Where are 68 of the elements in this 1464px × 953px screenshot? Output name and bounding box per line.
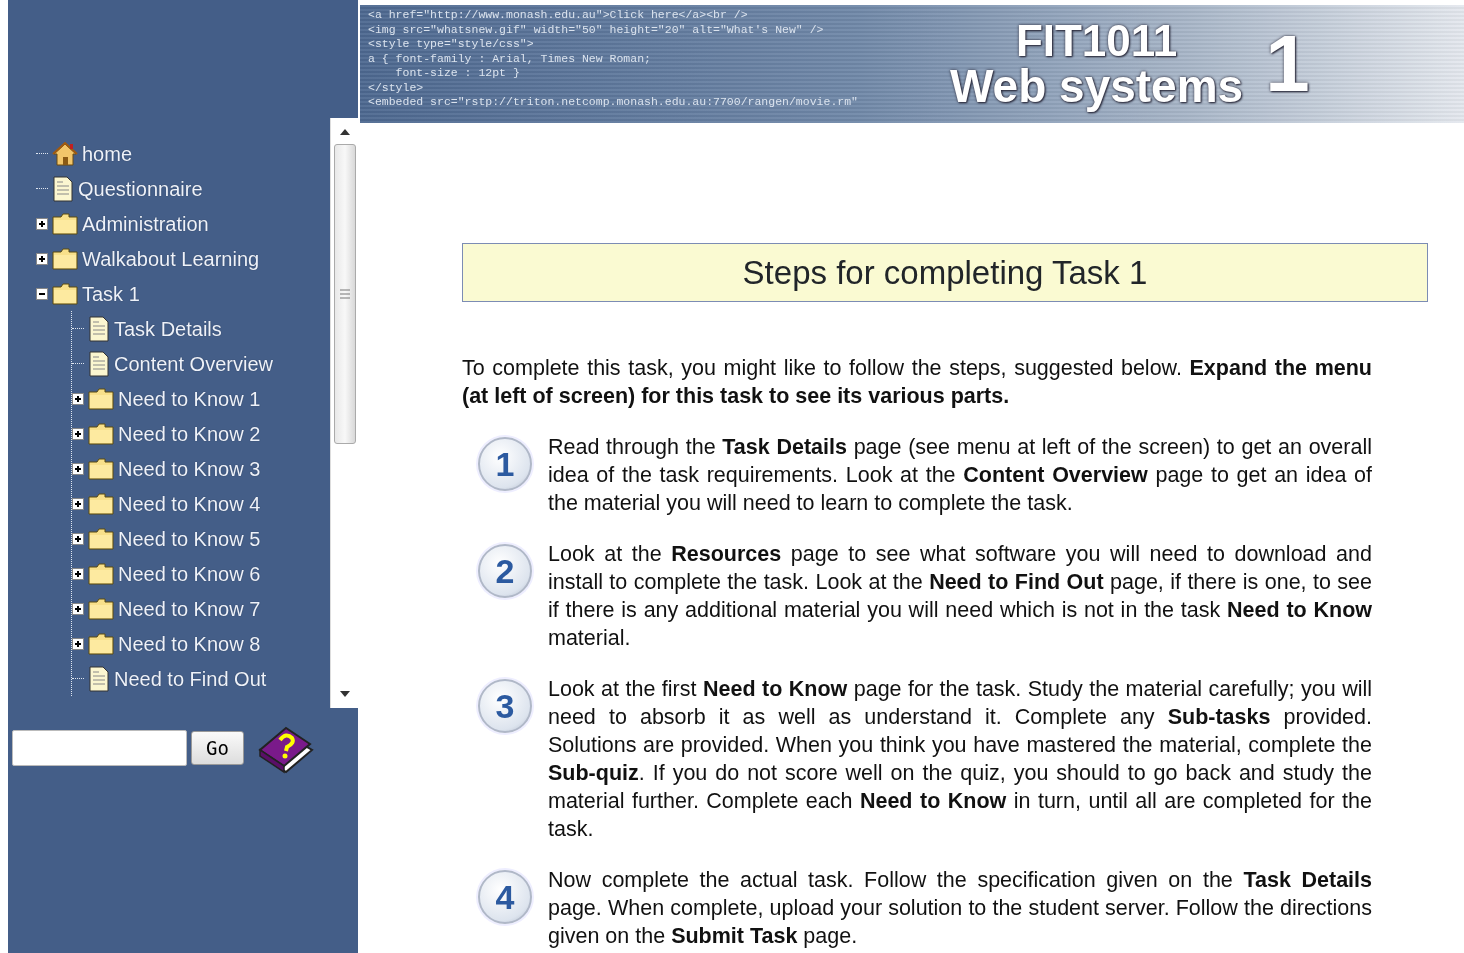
step-number-badge: 4 bbox=[478, 870, 532, 924]
go-button[interactable]: Go bbox=[191, 731, 244, 765]
grip-icon bbox=[339, 289, 350, 299]
menu-item[interactable]: Need to Know 1 bbox=[118, 383, 261, 414]
folder-icon bbox=[88, 387, 114, 410]
search-field[interactable] bbox=[12, 730, 187, 766]
expand-icon[interactable] bbox=[72, 602, 84, 615]
expand-icon[interactable] bbox=[72, 427, 84, 440]
code-line: <img src="whatsnew.gif" width="50" height="20" alt="What's New" /> bbox=[368, 22, 824, 37]
expand-icon[interactable] bbox=[72, 462, 84, 475]
expand-icon[interactable] bbox=[36, 252, 48, 265]
scroll-down-icon[interactable] bbox=[338, 690, 351, 698]
step-paragraph: Look at the first Need to Know page for the task. Study the material carefully; you will need to absorb it as well as understand it. Complete any Sub-tasks provided. Solutions are provided. When you think you have mastered the material, complete the Sub-quiz. If you do not score well on the quiz, you should to go back and study the material further. Complete each Need to Know in turn, until all are completed for the task. bbox=[548, 676, 1372, 843]
scroll-up-icon[interactable] bbox=[338, 128, 351, 136]
code-line: a { font-family : Arial, Times New Roman; bbox=[368, 51, 651, 66]
expand-icon[interactable] bbox=[36, 217, 48, 230]
code-line: <embeded src="rstp://triton.netcomp.monash.edu.au:7700/rangen/movie.rm" bbox=[368, 95, 858, 110]
step-paragraph: Now complete the actual task. Follow the specification given on the Task Details page. When complete, upload your solution to the student server. Follow the directions given on the Submit Task page. bbox=[548, 867, 1372, 950]
folder-icon bbox=[88, 422, 114, 445]
collapse-icon[interactable] bbox=[36, 287, 48, 300]
step-paragraph: Look at the Resources page to see what software you will need to download and install to complete the task. Look at the Need to Find Out page, if there is one, to see if there is any additional material you will need which is not in the task Need to Know material. bbox=[548, 541, 1372, 652]
folder-icon bbox=[88, 527, 114, 550]
folder-icon bbox=[88, 492, 114, 515]
expand-icon[interactable] bbox=[72, 532, 84, 545]
step-number-badge: 1 bbox=[478, 437, 532, 491]
menu-item[interactable]: Need to Know 4 bbox=[118, 488, 261, 519]
menu-item[interactable]: Need to Know 3 bbox=[118, 453, 261, 484]
folder-icon bbox=[52, 247, 78, 270]
menu-item[interactable]: Need to Find Out bbox=[114, 663, 267, 694]
menu-item[interactable]: Questionnaire bbox=[78, 173, 203, 204]
menu-item[interactable]: Need to Know 8 bbox=[118, 628, 261, 659]
menu-item[interactable]: Need to Know 6 bbox=[118, 558, 261, 589]
menu-item[interactable]: Task Details bbox=[114, 313, 222, 344]
step-number-badge: 3 bbox=[478, 679, 532, 733]
code-line: <style type="style/css"> bbox=[368, 37, 534, 52]
folder-icon bbox=[88, 457, 114, 480]
folder-icon bbox=[88, 597, 114, 620]
code-line: <a href="http://www.monash.edu.au">Click here</a><br /> bbox=[368, 8, 748, 23]
expand-icon[interactable] bbox=[72, 392, 84, 405]
page-icon bbox=[88, 350, 110, 377]
step-number-badge: 2 bbox=[478, 544, 532, 598]
menu-item[interactable]: Content Overview bbox=[114, 348, 273, 379]
page-icon bbox=[88, 665, 110, 692]
page-icon bbox=[52, 175, 74, 202]
expand-icon[interactable] bbox=[72, 497, 84, 510]
folder-icon bbox=[52, 282, 78, 305]
menu-item[interactable]: Need to Know 7 bbox=[118, 593, 261, 624]
step-paragraph: Read through the Task Details page (see menu at left of the screen) to get an overall idea of the task requirements. Look at the Content Overview page to get an idea of the material you will need to learn to complete the task. bbox=[548, 434, 1372, 517]
scrollbar[interactable] bbox=[330, 118, 358, 708]
menu-item[interactable]: Task 1 bbox=[82, 278, 140, 309]
intro-paragraph: To complete this task, you might like to follow the steps, suggested below. Expand the menu (at left of screen) for this task to see its various parts. bbox=[462, 355, 1372, 410]
expand-icon[interactable] bbox=[72, 567, 84, 580]
folder-icon bbox=[88, 632, 114, 655]
page-heading: Steps for completing Task 1 bbox=[462, 243, 1428, 302]
folder-icon bbox=[88, 562, 114, 585]
course-code: FIT1011 bbox=[1014, 19, 1179, 63]
code-line: font-size : 12pt } bbox=[394, 66, 520, 81]
code-line: </style> bbox=[368, 80, 424, 95]
menu-item[interactable]: Administration bbox=[82, 208, 209, 239]
house-icon bbox=[52, 141, 78, 166]
expand-icon[interactable] bbox=[72, 637, 84, 650]
course-number: 1 bbox=[1265, 24, 1310, 104]
folder-icon bbox=[52, 212, 78, 235]
menu-item[interactable]: home bbox=[82, 138, 133, 169]
menu-item[interactable]: Need to Know 5 bbox=[118, 523, 261, 554]
menu-item[interactable]: Walkabout Learning bbox=[82, 243, 260, 274]
page-icon bbox=[88, 315, 110, 342]
menu-item[interactable]: Need to Know 2 bbox=[118, 418, 261, 449]
